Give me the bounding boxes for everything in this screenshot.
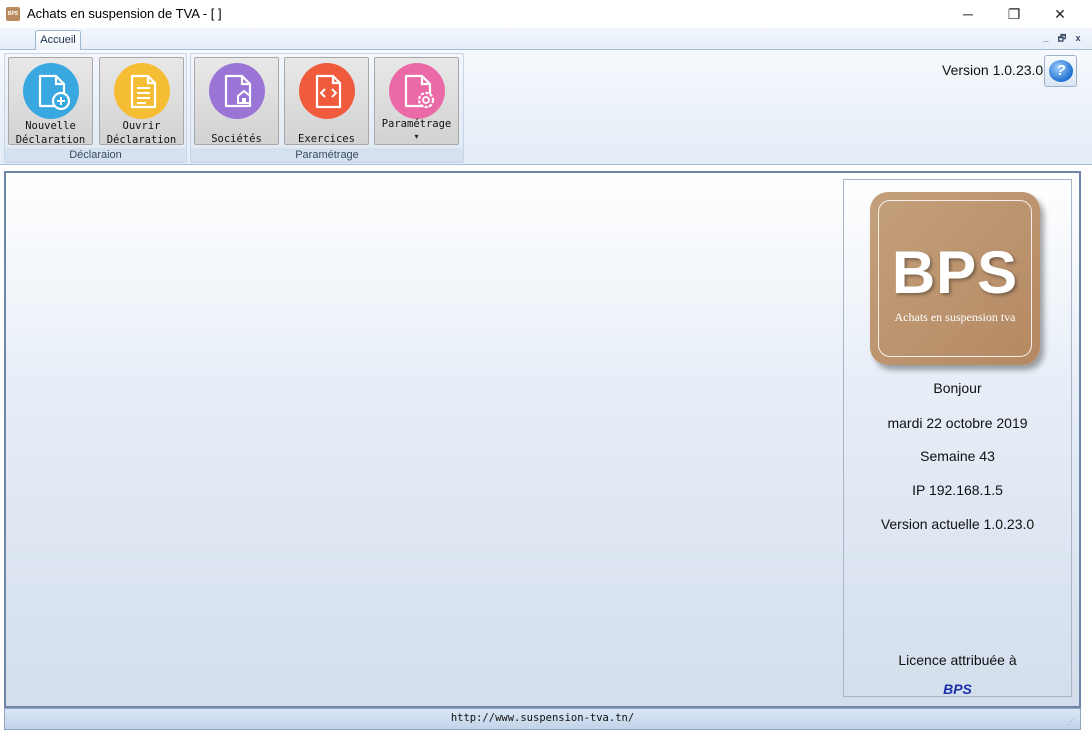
new-document-icon xyxy=(23,63,79,119)
ribbon: Nouvelle Déclaration Ouvrir Déclaration … xyxy=(0,50,1092,165)
mdi-restore-button[interactable]: 🗗 xyxy=(1056,32,1068,45)
ip-address: IP 192.168.1.5 xyxy=(912,482,1003,498)
new-declaration-button[interactable]: Nouvelle Déclaration xyxy=(8,57,93,147)
ribbon-group-declaration: Nouvelle Déclaration Ouvrir Déclaration … xyxy=(4,53,187,163)
company-document-icon xyxy=(209,63,265,119)
app-icon: BPS xyxy=(6,7,20,21)
license-owner: BPS xyxy=(943,681,972,697)
version-label: Version 1.0.23.0 xyxy=(942,62,1044,78)
greeting: Bonjour xyxy=(933,380,982,396)
week-number: Semaine 43 xyxy=(920,448,995,464)
settings-dropdown-button[interactable]: Paramétrage ▾ xyxy=(374,57,459,145)
info-panel: BPS Achats en suspension tva Bonjour mar… xyxy=(843,179,1072,697)
ribbon-tab-strip: Accueil _ 🗗 x xyxy=(0,28,1092,50)
main-area: BPS Achats en suspension tva Bonjour mar… xyxy=(4,171,1081,708)
restore-button[interactable]: ❐ xyxy=(991,0,1037,28)
mdi-close-button[interactable]: x xyxy=(1072,32,1084,45)
mdi-minimize-button[interactable]: _ xyxy=(1040,32,1052,45)
minimize-button[interactable]: ─ xyxy=(945,0,991,28)
status-bar: http://www.suspension-tva.tn/ ⋰ xyxy=(4,708,1081,730)
code-document-icon xyxy=(299,63,355,119)
open-document-icon xyxy=(114,63,170,119)
open-declaration-label-line1: Ouvrir xyxy=(122,120,161,132)
current-date: mardi 22 octobre 2019 xyxy=(887,415,1028,431)
bps-logo: BPS Achats en suspension tva xyxy=(870,192,1040,365)
new-declaration-label-line2: Déclaration xyxy=(15,134,86,146)
window-title: Achats en suspension de TVA - [ ] xyxy=(27,6,222,21)
mdi-controls: _ 🗗 x xyxy=(1040,32,1084,45)
chevron-down-icon: ▾ xyxy=(414,132,419,141)
logo-subtitle: Achats en suspension tva xyxy=(894,310,1016,324)
companies-label: Sociétés xyxy=(211,133,262,145)
settings-label: Paramétrage xyxy=(381,118,452,130)
help-button[interactable]: ? xyxy=(1044,55,1077,87)
new-declaration-label: Nouvelle Déclaration xyxy=(9,119,92,147)
open-declaration-label-line2: Déclaration xyxy=(106,134,177,146)
website-url[interactable]: http://www.suspension-tva.tn/ xyxy=(5,712,1080,724)
exercises-label: Exercices xyxy=(298,133,355,145)
tab-accueil[interactable]: Accueil xyxy=(35,30,81,50)
companies-button[interactable]: Sociétés xyxy=(194,57,279,145)
ribbon-group-parametrage: Sociétés Exercices Paramétrage ▾ Paramét… xyxy=(190,53,464,163)
close-button[interactable]: ✕ xyxy=(1037,0,1083,28)
current-version: Version actuelle 1.0.23.0 xyxy=(880,516,1035,532)
open-declaration-label: Ouvrir Déclaration xyxy=(100,119,183,147)
open-declaration-button[interactable]: Ouvrir Déclaration xyxy=(99,57,184,147)
exercises-button[interactable]: Exercices xyxy=(284,57,369,145)
title-bar: BPS Achats en suspension de TVA - [ ] ─ … xyxy=(0,0,1092,28)
logo-title: BPS xyxy=(891,239,1019,306)
license-label: Licence attribuée à xyxy=(898,652,1017,668)
group-label-parametrage: Paramétrage xyxy=(191,148,463,162)
new-declaration-label-line1: Nouvelle xyxy=(25,120,76,132)
group-label-declaration: Déclaraion xyxy=(5,148,186,162)
settings-document-icon xyxy=(389,63,445,119)
help-icon: ? xyxy=(1049,60,1073,82)
resize-grip-icon[interactable]: ⋰ xyxy=(1067,717,1077,727)
